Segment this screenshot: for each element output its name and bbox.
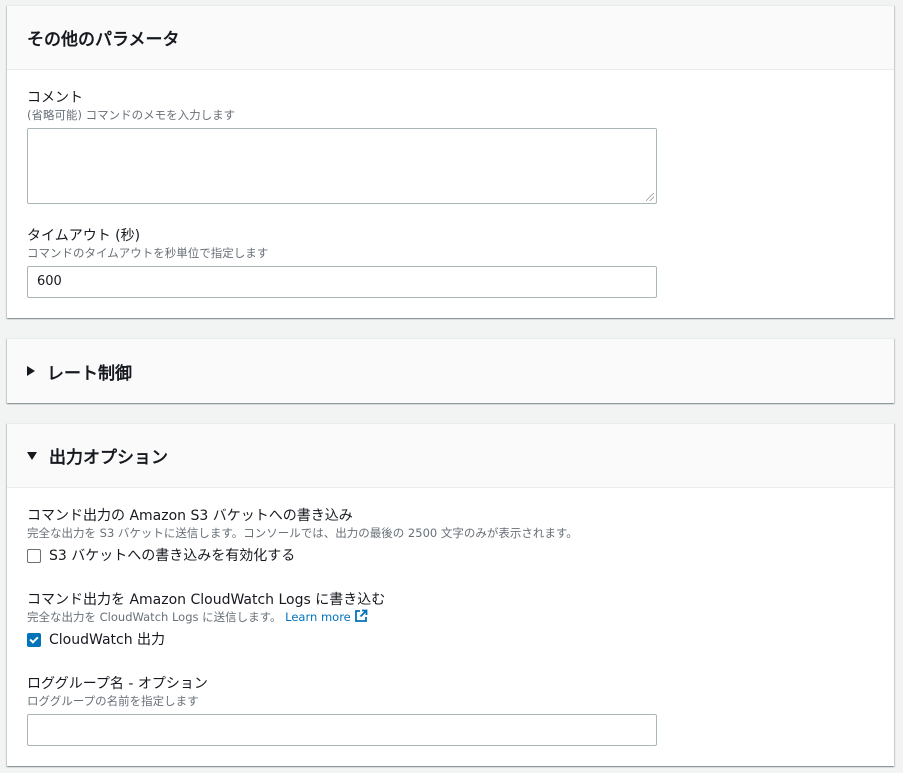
output-options-panel: 出力オプション コマンド出力の Amazon S3 バケットへの書き込み 完全な… <box>7 423 894 766</box>
log-group-description: ロググループの名前を指定します <box>27 694 199 708</box>
comment-field: コメント (省略可能) コマンドのメモを入力します <box>27 89 657 204</box>
s3-output-field: コマンド出力の Amazon S3 バケットへの書き込み 完全な出力を S3 バ… <box>27 507 578 565</box>
external-link-icon[interactable] <box>354 609 368 623</box>
cloudwatch-output-field: コマンド出力を Amazon CloudWatch Logs に書き込む 完全な… <box>27 591 385 649</box>
other-parameters-header: その他のパラメータ <box>7 6 894 70</box>
timeout-label: タイムアウト (秒) <box>27 228 141 244</box>
cloudwatch-checkbox-row[interactable]: CloudWatch 出力 <box>27 631 385 649</box>
s3-output-description: 完全な出力を S3 バケットに送信します。コンソールでは、出力の最後の 2500… <box>27 526 578 540</box>
timeout-description: コマンドのタイムアウトを秒単位で指定します <box>27 246 269 260</box>
caret-right-icon <box>27 366 35 376</box>
comment-label: コメント <box>27 90 83 106</box>
s3-checkbox[interactable] <box>27 549 41 563</box>
s3-checkbox-label[interactable]: S3 バケットへの書き込みを有効化する <box>49 547 295 565</box>
learn-more-link[interactable]: Learn more <box>285 610 351 624</box>
cloudwatch-output-label: コマンド出力を Amazon CloudWatch Logs に書き込む <box>27 592 386 608</box>
cloudwatch-output-description: 完全な出力を CloudWatch Logs に送信します。 <box>27 610 282 624</box>
other-parameters-panel: その他のパラメータ コメント (省略可能) コマンドのメモを入力します タイムア… <box>7 5 894 318</box>
other-parameters-title: その他のパラメータ <box>27 30 180 50</box>
comment-textarea[interactable] <box>27 128 657 204</box>
output-options-title: 出力オプション <box>49 448 168 468</box>
output-options-header[interactable]: 出力オプション <box>7 424 894 488</box>
cloudwatch-checkbox-label[interactable]: CloudWatch 出力 <box>49 631 165 649</box>
log-group-field: ロググループ名 - オプション ロググループの名前を指定します <box>27 675 657 746</box>
s3-output-label: コマンド出力の Amazon S3 バケットへの書き込み <box>27 508 353 524</box>
s3-checkbox-row[interactable]: S3 バケットへの書き込みを有効化する <box>27 547 578 565</box>
log-group-input[interactable] <box>27 714 657 746</box>
rate-control-panel: レート制御 <box>7 338 894 403</box>
cloudwatch-output-description-row: 完全な出力を CloudWatch Logs に送信します。 Learn mor… <box>27 609 385 625</box>
timeout-input[interactable]: 600 <box>27 266 657 298</box>
timeout-field: タイムアウト (秒) コマンドのタイムアウトを秒単位で指定します 600 <box>27 227 657 298</box>
rate-control-header[interactable]: レート制御 <box>7 339 894 403</box>
cloudwatch-checkbox[interactable] <box>27 633 41 647</box>
check-icon <box>29 633 39 644</box>
resize-grip-icon[interactable] <box>646 193 654 201</box>
caret-down-icon <box>27 451 37 460</box>
log-group-label: ロググループ名 - オプション <box>27 676 208 692</box>
comment-description: (省略可能) コマンドのメモを入力します <box>27 108 236 122</box>
rate-control-title: レート制御 <box>47 363 132 384</box>
